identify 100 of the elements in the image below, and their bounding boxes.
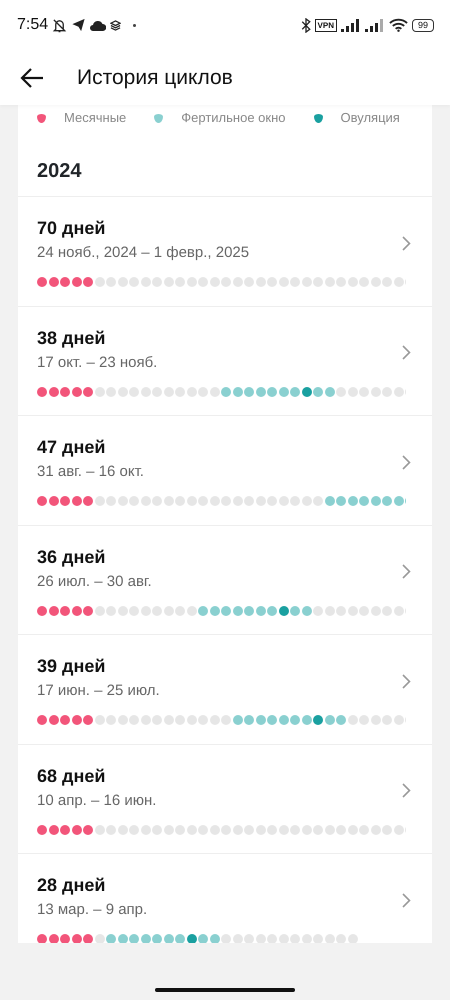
- day-dot: [267, 496, 277, 506]
- day-dot: [359, 824, 369, 834]
- day-dot: [256, 934, 266, 943]
- cycle-dates: 31 авг. – 16 окт.: [37, 462, 144, 482]
- day-dot: [302, 386, 312, 396]
- day-dot: [313, 934, 323, 943]
- day-dot: [83, 277, 93, 287]
- signal-icon: [364, 18, 385, 32]
- cycle-length: 68 дней: [37, 764, 106, 788]
- chevron-right-icon: [402, 345, 411, 360]
- day-dot: [336, 715, 346, 725]
- day-dot: [382, 606, 392, 616]
- day-dot: [359, 386, 369, 396]
- day-dot: [348, 496, 358, 506]
- day-dot: [48, 277, 58, 287]
- cycle-row[interactable]: 39 дней 17 июн. – 25 июл.: [18, 635, 432, 744]
- day-dot: [106, 496, 116, 506]
- day-dot: [152, 386, 162, 396]
- day-dot: [94, 824, 104, 834]
- day-dot: [37, 277, 47, 287]
- cycle-length: 39 дней: [37, 655, 106, 678]
- day-dot: [394, 824, 404, 834]
- day-dot: [72, 934, 82, 943]
- cycle-length: 36 дней: [37, 546, 106, 568]
- day-dot: [370, 606, 380, 616]
- day-dot: [324, 606, 334, 616]
- day-dot: [244, 606, 254, 616]
- day-dot: [290, 824, 300, 834]
- day-dot: [152, 934, 162, 943]
- day-dot: [72, 277, 82, 287]
- day-dot: [210, 715, 220, 725]
- cycle-row[interactable]: 36 дней 26 июл. – 30 авг.: [18, 526, 432, 635]
- day-dot: [129, 496, 139, 506]
- day-dot: [72, 606, 82, 616]
- day-dot: [48, 606, 58, 616]
- day-dot: [256, 277, 266, 287]
- day-dot: [129, 715, 139, 725]
- day-dot: [37, 496, 47, 506]
- day-dot: [278, 386, 288, 396]
- day-dot: [302, 934, 312, 943]
- day-dot: [37, 934, 47, 943]
- day-dot: [186, 824, 196, 834]
- cycle-dates: 10 апр. – 16 июн.: [37, 790, 156, 810]
- day-dot: [324, 496, 334, 506]
- day-dot: [221, 606, 231, 616]
- day-dot: [336, 277, 346, 287]
- day-dot: [60, 606, 70, 616]
- cycle-row[interactable]: 38 дней 17 окт. – 23 нояб.: [18, 306, 432, 416]
- day-dot: [267, 934, 277, 943]
- day-dot: [267, 386, 277, 396]
- back-arrow-icon[interactable]: [20, 68, 44, 88]
- day-dot: [382, 386, 392, 396]
- day-dot: [359, 606, 369, 616]
- cycle-dates: 17 июн. – 25 июл.: [37, 681, 160, 701]
- day-dot: [210, 277, 220, 287]
- day-dot: [83, 606, 93, 616]
- day-dot: [37, 824, 47, 834]
- day-dot: [244, 715, 254, 725]
- day-dot: [48, 386, 58, 396]
- day-dot: [106, 277, 116, 287]
- day-dot: [267, 824, 277, 834]
- day-dot: [290, 606, 300, 616]
- day-dot: [244, 277, 254, 287]
- day-dot: [244, 934, 254, 943]
- day-dot: [348, 277, 358, 287]
- day-dot: [140, 715, 150, 725]
- day-dot: [37, 606, 47, 616]
- day-dot: [198, 386, 208, 396]
- day-dot: [370, 496, 380, 506]
- cycle-row[interactable]: 68 дней 10 апр. – 16 июн.: [18, 744, 432, 854]
- day-dot: [72, 496, 82, 506]
- day-dot: [221, 715, 231, 725]
- day-dot: [382, 715, 392, 725]
- day-dot: [256, 386, 266, 396]
- day-dot: [302, 715, 312, 725]
- day-dot: [60, 715, 70, 725]
- cycle-row[interactable]: 70 дней 24 нояб., 2024 – 1 февр., 2025: [18, 197, 432, 306]
- day-dot: [256, 606, 266, 616]
- day-dot: [210, 934, 220, 943]
- day-dot: [336, 606, 346, 616]
- cycle-length: 38 дней: [37, 326, 106, 350]
- cycle-dates: 24 нояб., 2024 – 1 февр., 2025: [37, 243, 250, 263]
- day-dot: [394, 606, 404, 616]
- cycle-row[interactable]: 28 дней 13 мар. – 9 апр.: [18, 854, 432, 943]
- day-dot: [83, 496, 93, 506]
- layers-icon: [110, 20, 122, 30]
- day-dot: [118, 496, 128, 506]
- send-icon: [71, 18, 86, 32]
- day-dot: [267, 715, 277, 725]
- legend-label: Овуляция: [340, 109, 400, 128]
- day-dot: [94, 386, 104, 396]
- day-dot: [324, 824, 334, 834]
- day-dot: [359, 277, 369, 287]
- day-dot: [94, 606, 104, 616]
- cycle-row[interactable]: 47 дней 31 авг. – 16 окт.: [18, 416, 432, 526]
- day-dot: [60, 277, 70, 287]
- day-dot: [278, 824, 288, 834]
- day-dot: [164, 386, 174, 396]
- day-dot: [83, 824, 93, 834]
- day-dot: [244, 496, 254, 506]
